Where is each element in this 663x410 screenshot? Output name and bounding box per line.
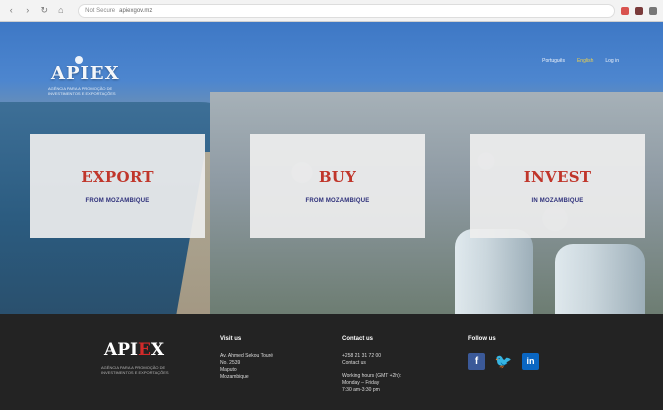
card-subtitle: IN MOZAMBIQUE (531, 198, 584, 204)
footer-follow: Follow us f 🐦 in (468, 336, 588, 370)
tower-image (455, 229, 533, 314)
hours-line: Monday – Friday (342, 380, 380, 386)
card-buy[interactable]: BUY FROM MOZAMBIQUE (250, 134, 425, 238)
secure-label: Not Secure (85, 7, 116, 14)
social-links: f 🐦 in (468, 353, 588, 370)
card-invest[interactable]: INVEST IN MOZAMBIQUE (470, 134, 645, 238)
header-logo[interactable]: APIEX AGÊNCIA PARA A PROMOÇÃO DE INVESTI… (45, 56, 119, 102)
address-line: Mozambique (220, 374, 249, 380)
footer-logo-tagline: AGÊNCIA PARA A PROMOÇÃO DE INVESTIMENTOS… (101, 365, 169, 375)
address-text: apiexgov.mz (119, 7, 153, 14)
facebook-icon[interactable]: f (468, 353, 485, 370)
card-subtitle: FROM MOZAMBIQUE (305, 198, 370, 204)
footer-logo-prefix: API (104, 340, 138, 360)
footer-logo-accent: E (137, 340, 151, 360)
back-icon[interactable]: ‹ (6, 5, 17, 16)
nav-link-english[interactable]: English (577, 58, 593, 64)
footer-visit: Visit us Av. Ahmed Sekou Touré No. 2539 … (220, 336, 320, 381)
footer-contact: Contact us +258 21 31 72 00 Contact us W… (342, 336, 452, 394)
footer-logo-text: APIEX (104, 340, 164, 360)
logo-subtitle: AGÊNCIA PARA A PROMOÇÃO DE INVESTIMENTOS… (48, 86, 116, 96)
card-title: EXPORT (81, 168, 154, 186)
logo-text: APIEX (51, 63, 120, 84)
phone-number[interactable]: +258 21 31 72 00 (342, 353, 452, 360)
contact-link[interactable]: Contact us (342, 360, 452, 367)
refresh-icon[interactable]: ↻ (39, 5, 50, 16)
footer: APIEX AGÊNCIA PARA A PROMOÇÃO DE INVESTI… (0, 314, 663, 410)
action-cards: EXPORT FROM MOZAMBIQUE BUY FROM MOZAMBIQ… (30, 134, 645, 238)
menu-icon[interactable] (649, 6, 657, 15)
hours-line: 7:30 am-3:30 pm (342, 387, 380, 393)
address-line: Maputo (220, 367, 237, 373)
contact-heading: Contact us (342, 336, 374, 342)
follow-heading: Follow us (468, 336, 496, 342)
extension-icon-2[interactable] (635, 6, 643, 15)
card-title: INVEST (523, 168, 592, 186)
forward-icon[interactable]: › (23, 5, 34, 16)
address-line: Av. Ahmed Sekou Touré (220, 353, 274, 359)
twitter-icon[interactable]: 🐦 (495, 353, 512, 370)
hours-line: Working hours (GMT +2h): (342, 373, 402, 379)
footer-logo-suffix: X (150, 340, 165, 360)
card-title: BUY (318, 168, 357, 186)
card-subtitle: FROM MOZAMBIQUE (85, 198, 150, 204)
nav-link-login[interactable]: Log in (605, 58, 619, 64)
nav-link-portuguese[interactable]: Português (542, 58, 565, 64)
browser-extensions (621, 6, 657, 15)
home-icon[interactable]: ⌂ (56, 5, 67, 16)
linkedin-icon[interactable]: in (522, 353, 539, 370)
footer-logo[interactable]: APIEX AGÊNCIA PARA A PROMOÇÃO DE INVESTI… (98, 334, 169, 382)
browser-toolbar: ‹ › ↻ ⌂ Not Secure apiexgov.mz (0, 0, 663, 22)
extension-icon-1[interactable] (621, 6, 629, 15)
address-bar[interactable]: Not Secure apiexgov.mz (78, 3, 615, 18)
address-line: No. 2539 (220, 360, 241, 366)
top-nav: Português English Log in (542, 58, 619, 64)
card-export[interactable]: EXPORT FROM MOZAMBIQUE (30, 134, 205, 238)
visit-heading: Visit us (220, 336, 242, 342)
tower-image (555, 244, 645, 314)
